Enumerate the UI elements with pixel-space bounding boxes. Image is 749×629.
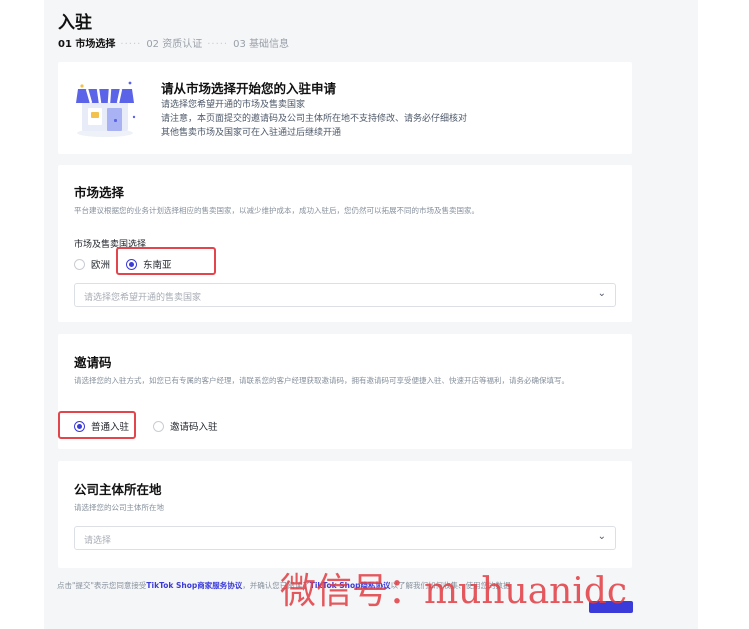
radio-circle bbox=[74, 258, 85, 270]
privacy-policy-link[interactable]: TikTok Shop隐私协议 bbox=[310, 581, 391, 590]
agreement-text-part: 点击"提交"表示您同意接受 bbox=[57, 581, 147, 590]
market-card: 市场选择 平台建议根据您的业务计划选择相应的售卖国家，以减少维护成本，成功入驻后… bbox=[58, 165, 632, 322]
step-indicator: 01 市场选择 ····· 02 资质认证 ····· 03 基础信息 bbox=[58, 35, 289, 50]
country-select[interactable]: 请选择您希望开通的售卖国家 ⌄ bbox=[74, 283, 616, 307]
intro-line: 请选择您希望开通的市场及售卖国家 bbox=[161, 100, 306, 110]
market-title: 市场选择 bbox=[74, 185, 125, 200]
invite-card: 邀请码 请选择您的入驻方式，如您已有专属的客户经理，请联系您的客户经理获取邀请码… bbox=[58, 334, 632, 449]
agreement-text: 点击"提交"表示您同意接受TikTok Shop商家服务协议，并确认您已阅读了T… bbox=[57, 580, 511, 591]
onboarding-page: 入驻 01 市场选择 ····· 02 资质认证 ····· 03 基础信息 请从市场选… bbox=[44, 0, 698, 629]
page-title: 入驻 bbox=[58, 13, 92, 33]
radio-label: 欧洲 bbox=[91, 260, 111, 271]
company-card: 公司主体所在地 请选择您的公司主体所在地 请选择 ⌄ bbox=[58, 461, 632, 568]
step-separator: ····· bbox=[207, 39, 229, 50]
company-description: 请选择您的公司主体所在地 bbox=[74, 503, 164, 512]
company-title: 公司主体所在地 bbox=[74, 482, 162, 497]
step-qualification: 02 资质认证 bbox=[146, 39, 203, 50]
merchant-agreement-link[interactable]: TikTok Shop商家服务协议 bbox=[146, 581, 242, 590]
agreement-text-part: 以了解我们如何收集、使用您的数据 bbox=[390, 581, 511, 590]
intro-line: 请注意，本页面提交的邀请码及公司主体所在地不支持修改、请务必仔细核对 bbox=[161, 114, 468, 124]
agreement-text-part: ，并确认您已阅读了 bbox=[242, 581, 310, 590]
radio-circle bbox=[153, 420, 164, 432]
invite-description: 请选择您的入驻方式，如您已有专属的客户经理，请联系您的客户经理获取邀请码，拥有邀… bbox=[74, 376, 569, 385]
chevron-down-icon: ⌄ bbox=[597, 288, 606, 299]
market-description: 平台建议根据您的业务计划选择相应的售卖国家，以减少维护成本，成功入驻后，您仍然可… bbox=[74, 206, 479, 215]
invite-title: 邀请码 bbox=[74, 355, 112, 370]
radio-invite-code-entry[interactable]: 邀请码入驻 bbox=[153, 419, 218, 433]
shop-storefront-icon bbox=[76, 81, 136, 137]
submit-button[interactable] bbox=[589, 601, 633, 613]
chevron-down-icon: ⌄ bbox=[597, 531, 606, 542]
step-separator: ····· bbox=[120, 39, 142, 50]
intro-card: 请从市场选择开始您的入驻申请 请选择您希望开通的市场及售卖国家 请注意，本页面提… bbox=[58, 62, 632, 154]
country-select-placeholder: 请选择您希望开通的售卖国家 bbox=[84, 293, 202, 303]
intro-line: 其他售卖市场及国家可在入驻通过后继续开通 bbox=[161, 128, 342, 138]
intro-heading: 请从市场选择开始您的入驻申请 bbox=[161, 81, 337, 96]
radio-label: 邀请码入驻 bbox=[170, 422, 218, 433]
company-location-select[interactable]: 请选择 ⌄ bbox=[74, 526, 616, 550]
radio-europe[interactable]: 欧洲 bbox=[74, 257, 110, 271]
step-market: 01 市场选择 bbox=[58, 39, 116, 50]
highlight-box-standard-entry bbox=[58, 411, 136, 439]
highlight-box-southeast-asia bbox=[116, 247, 216, 275]
step-basic-info: 03 基础信息 bbox=[233, 39, 290, 50]
company-select-placeholder: 请选择 bbox=[84, 536, 112, 546]
